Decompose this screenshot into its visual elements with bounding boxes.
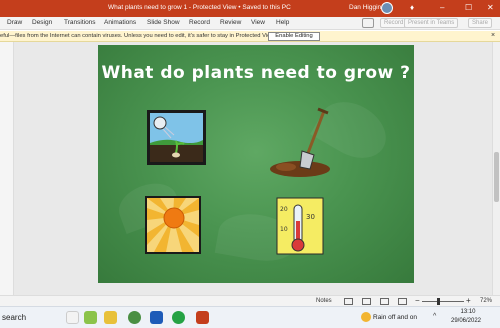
zoom-in-button[interactable]: + <box>466 296 471 305</box>
whatsapp-icon[interactable] <box>172 311 185 324</box>
close-icon[interactable]: ✕ <box>487 3 494 12</box>
thermometer-icon[interactable]: 20 30 10 <box>276 197 324 255</box>
outlook-icon[interactable] <box>150 311 163 324</box>
tab-draw[interactable]: Draw <box>7 19 22 26</box>
clock-date[interactable]: 29/06/2022 <box>446 318 486 324</box>
diamond-icon[interactable]: ♦ <box>410 3 414 12</box>
tray-chevron-icon[interactable]: ^ <box>433 313 436 320</box>
vertical-scrollbar[interactable] <box>492 42 500 295</box>
title-bar: What plants need to grow 1 - Protected V… <box>0 0 500 17</box>
protected-view-bar: eful—files from the Internet can contain… <box>0 31 500 42</box>
thermometer-label: 10 <box>280 226 288 233</box>
thermometer-label: 30 <box>306 213 315 221</box>
user-name[interactable]: Dan Higgins <box>349 4 384 11</box>
enable-editing-button[interactable]: Enable Editing <box>268 32 320 41</box>
chrome-icon[interactable] <box>128 311 141 324</box>
ribbon-tabs: Draw Design Transitions Animations Slide… <box>0 17 500 30</box>
minimize-icon[interactable]: – <box>440 3 444 12</box>
tab-view[interactable]: View <box>251 19 265 26</box>
powerpoint-icon[interactable] <box>196 311 209 324</box>
slideshow-view-icon[interactable] <box>398 298 407 305</box>
present-in-teams-button[interactable]: Present in Teams <box>404 18 459 28</box>
tab-transitions[interactable]: Transitions <box>64 19 96 26</box>
slide-sorter-icon[interactable] <box>362 298 371 305</box>
watering-can-icon[interactable] <box>146 109 207 166</box>
maximize-icon[interactable]: ☐ <box>465 3 472 12</box>
normal-view-icon[interactable] <box>344 298 353 305</box>
reading-view-icon[interactable] <box>380 298 389 305</box>
weather-icon <box>361 312 371 322</box>
user-avatar[interactable] <box>381 2 393 14</box>
zoom-level[interactable]: 72% <box>480 298 492 304</box>
clock-time[interactable]: 13:10 <box>451 309 485 315</box>
slide[interactable]: What do plants need to grow ? 20 30 10 <box>98 45 414 283</box>
tab-slide-show[interactable]: Slide Show <box>147 19 180 26</box>
tab-record[interactable]: Record <box>189 19 210 26</box>
comments-icon[interactable] <box>362 18 374 28</box>
tab-help[interactable]: Help <box>276 19 289 26</box>
paint-icon[interactable] <box>66 311 79 324</box>
status-bar: Notes − + 72% <box>0 295 500 306</box>
zoom-slider[interactable] <box>422 301 464 302</box>
tab-design[interactable]: Design <box>32 19 52 26</box>
thumbnail-pane[interactable] <box>0 42 14 295</box>
tab-review[interactable]: Review <box>220 19 241 26</box>
protected-view-message: eful—files from the Internet can contain… <box>0 33 276 39</box>
spade-icon[interactable] <box>268 107 338 179</box>
weather-text[interactable]: Rain off and on <box>373 314 417 321</box>
app-icon[interactable] <box>84 311 97 324</box>
scrollbar-thumb[interactable] <box>494 152 499 202</box>
notes-button[interactable]: Notes <box>316 298 332 304</box>
slide-title: What do plants need to grow ? <box>101 63 411 83</box>
thermometer-label: 20 <box>280 206 288 213</box>
close-message-icon[interactable]: × <box>491 32 495 39</box>
zoom-slider-handle[interactable] <box>437 298 440 305</box>
zoom-out-button[interactable]: − <box>415 296 420 305</box>
window-title: What plants need to grow 1 - Protected V… <box>108 4 291 11</box>
taskbar: search Rain off and on ^ 13:10 29/06/202… <box>0 306 500 328</box>
share-button[interactable]: Share <box>468 18 493 28</box>
tab-animations[interactable]: Animations <box>104 19 136 26</box>
taskbar-search[interactable]: search <box>2 313 26 322</box>
sun-icon[interactable] <box>144 195 202 255</box>
file-explorer-icon[interactable] <box>104 311 117 324</box>
